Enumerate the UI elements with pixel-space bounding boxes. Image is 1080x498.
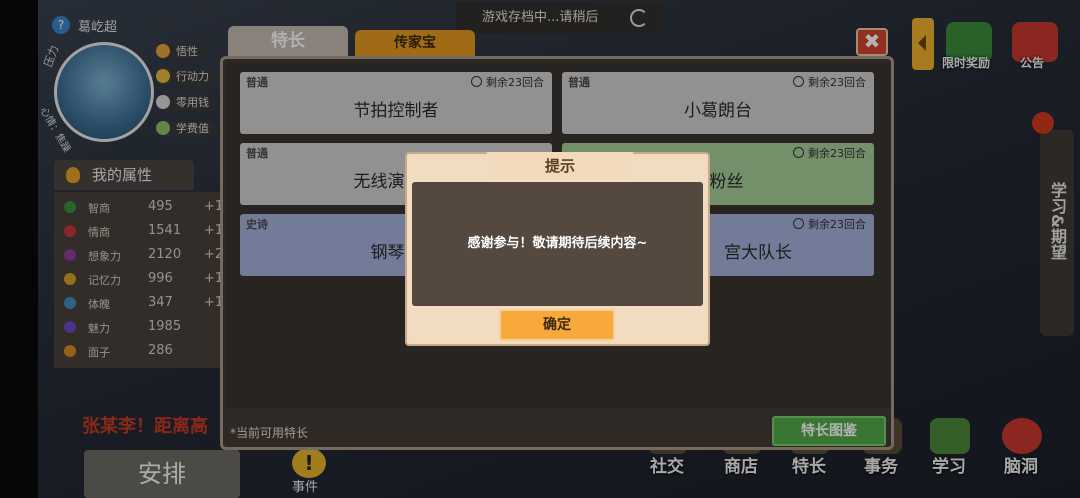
confirm-button[interactable]: 确定 [499,309,615,341]
dialog-title: 提示 [544,157,575,175]
dialog-message: 感谢参与！敬请期待后续内容~ [467,236,648,251]
game-screen: ? 葛屹超 压力 心情：焦躁 悟性 行动力 零用钱 学费值 我的属性 智商 495… [0,0,1080,498]
